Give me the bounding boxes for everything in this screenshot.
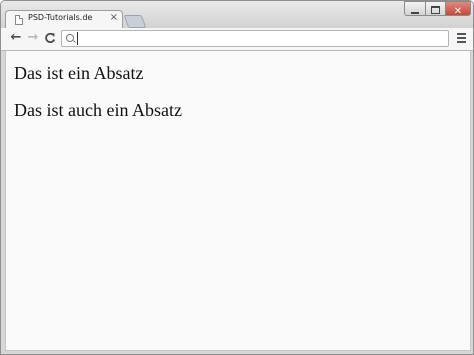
- tab-title: PSD-Tutorials.de: [28, 13, 93, 22]
- hamburger-menu-icon-bar: [457, 37, 466, 39]
- paragraph: Das ist ein Absatz: [14, 63, 144, 83]
- reload-button[interactable]: [43, 30, 57, 46]
- page-icon: [15, 15, 23, 25]
- hamburger-menu-icon-bar: [457, 41, 466, 43]
- maximize-button[interactable]: [425, 1, 446, 16]
- browser-window: PSD-Tutorials.de × ✕ ← → Das ist ein Abs…: [0, 0, 474, 355]
- browser-toolbar: ← →: [1, 28, 473, 51]
- tab-psd-tutorials[interactable]: PSD-Tutorials.de ×: [5, 10, 123, 29]
- close-window-button[interactable]: ✕: [445, 1, 471, 17]
- minimize-icon: [411, 12, 419, 14]
- reload-icon: [45, 32, 56, 44]
- menu-button[interactable]: [457, 33, 466, 43]
- address-bar[interactable]: [61, 30, 449, 47]
- tab-close-icon[interactable]: ×: [110, 12, 118, 23]
- paragraph: Das ist auch ein Absatz: [14, 100, 182, 120]
- page-content: Das ist ein Absatz Das ist auch ein Absa…: [5, 51, 471, 351]
- url-input[interactable]: [77, 32, 444, 45]
- back-button[interactable]: ←: [9, 30, 23, 46]
- search-icon: [66, 34, 74, 42]
- new-tab-button[interactable]: [123, 15, 147, 28]
- minimize-button[interactable]: [404, 1, 426, 16]
- title-bar: PSD-Tutorials.de × ✕: [1, 1, 473, 29]
- close-icon: ✕: [453, 6, 463, 17]
- hamburger-menu-icon: [457, 33, 466, 35]
- maximize-icon: [431, 6, 440, 14]
- forward-button[interactable]: →: [26, 30, 40, 46]
